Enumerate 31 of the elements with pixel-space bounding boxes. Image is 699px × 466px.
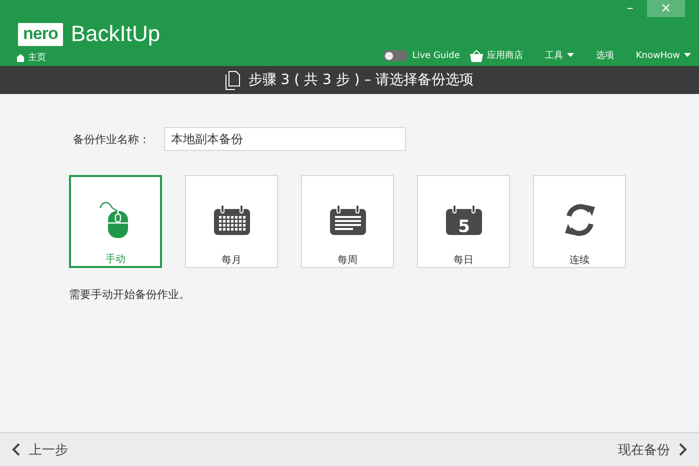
backup-option[interactable]: 手动	[69, 175, 162, 268]
live-guide-toggle[interactable]	[383, 50, 408, 61]
calendar-icon	[330, 204, 366, 234]
store-link[interactable]: 应用商店	[470, 49, 523, 62]
product-name: BackItUp	[70, 21, 160, 47]
minimize-button[interactable]: –	[613, 0, 647, 17]
step-title: 步骤 3 ( 共 3 步 ) – 请选择备份选项	[248, 71, 474, 89]
caret-icon	[684, 53, 691, 58]
documents-icon	[225, 70, 240, 90]
menu-item[interactable]: 工具	[544, 49, 574, 62]
back-button[interactable]: 上一步	[12, 440, 68, 458]
logo: nero	[18, 22, 63, 46]
chevron-left-icon	[12, 443, 20, 456]
backup-option[interactable]: 5 每日	[417, 175, 510, 268]
option-description: 需要手动开始备份作业。	[69, 287, 191, 302]
chevron-right-icon	[679, 443, 687, 456]
backup-option[interactable]: 每周	[301, 175, 394, 268]
backup-now-button[interactable]: 现在备份	[618, 440, 687, 458]
close-button[interactable]: ×	[647, 0, 685, 17]
live-guide-label: Live Guide	[412, 50, 460, 60]
menu-item[interactable]: 选项	[596, 49, 614, 62]
home-icon	[17, 54, 24, 62]
job-name-label: 备份作业名称：	[73, 132, 150, 146]
home-link[interactable]: 主页	[17, 51, 46, 64]
backup-option[interactable]: 连续	[533, 175, 626, 268]
caret-icon	[566, 53, 574, 58]
menu-item[interactable]: KnowHow	[636, 50, 691, 60]
backup-option[interactable]: 每月	[185, 175, 278, 268]
basket-icon	[470, 50, 483, 62]
job-name-field[interactable]: 本地副本备份	[164, 127, 406, 151]
calendar-icon	[214, 204, 250, 234]
